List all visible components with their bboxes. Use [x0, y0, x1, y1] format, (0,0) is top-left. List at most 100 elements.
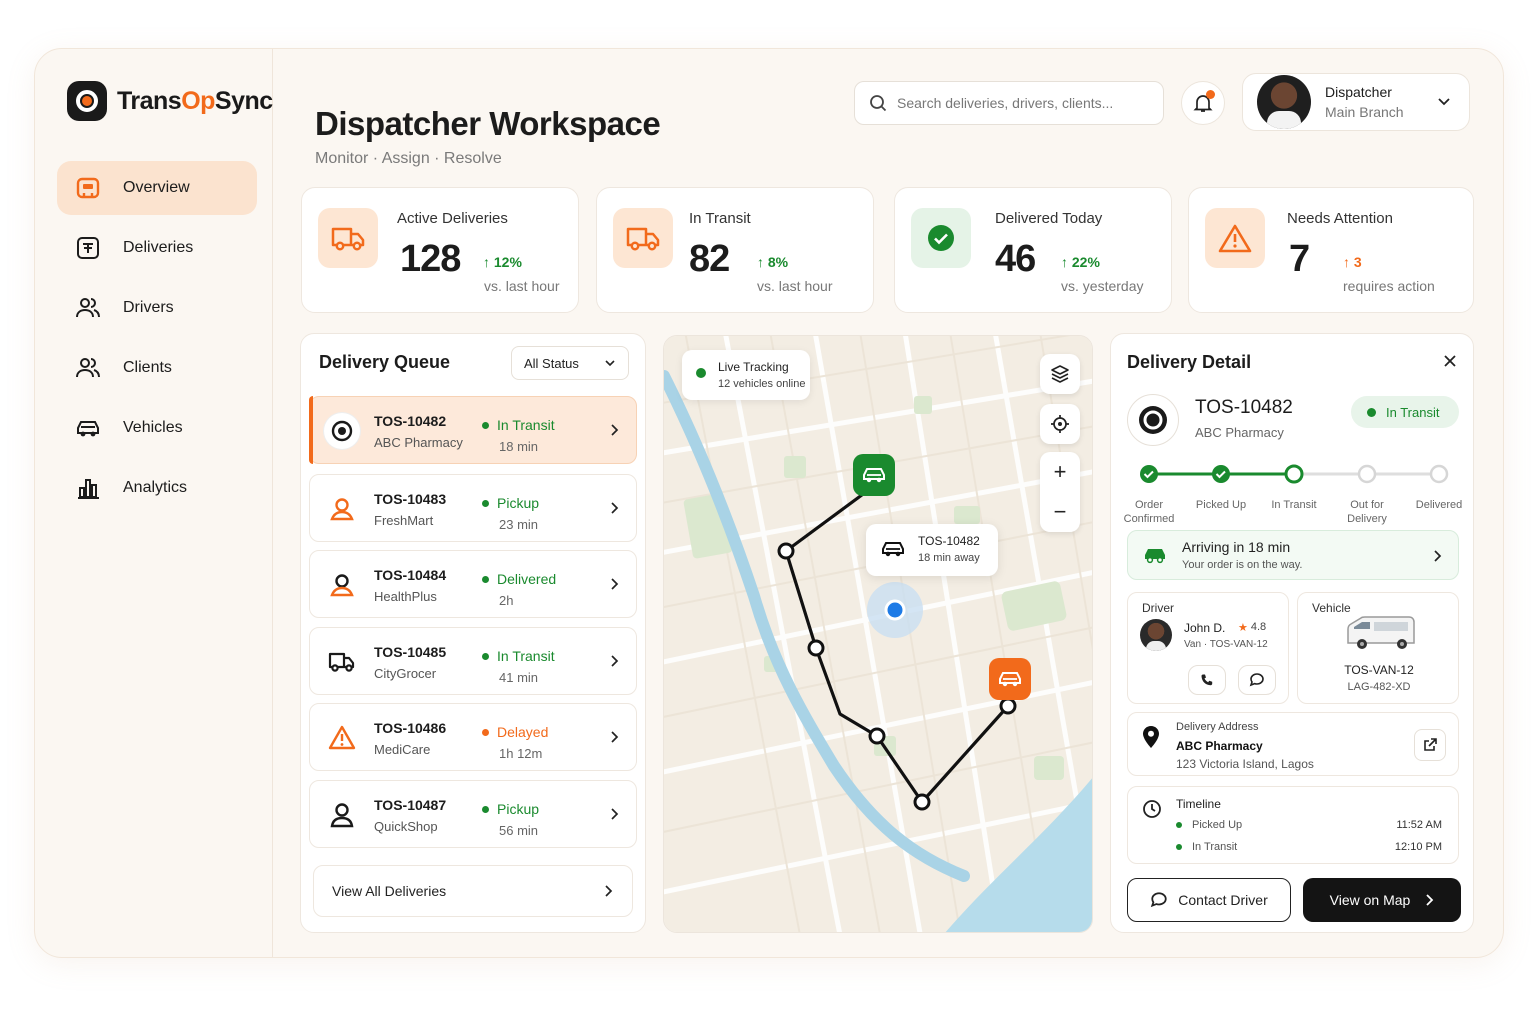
step-out-for-delivery: Out for Delivery [1347, 499, 1387, 525]
locate-button[interactable] [1040, 404, 1080, 444]
queue-item[interactable]: TOS-10486 MediCare Delayed 1h 12m [309, 703, 637, 771]
arriving-title: Arriving in 18 min [1182, 539, 1291, 555]
vehicle-plate: LAG-482-XD [1347, 681, 1411, 693]
avatar [1257, 75, 1311, 129]
vehicle-label: Vehicle [1312, 601, 1351, 615]
queue-item-status: Delivered [482, 571, 556, 587]
notifications-button[interactable] [1181, 81, 1225, 125]
live-tracking-count: 12 vehicles online [718, 378, 806, 390]
step-order-confirmed: Order Confirmed [1123, 499, 1175, 525]
sidebar: TransOpSync Overview Deliveries Drivers … [35, 49, 273, 957]
queue-item-status: Pickup [482, 801, 539, 817]
delivery-detail-panel: Delivery Detail TOS-10482 ABC Pharmacy I… [1110, 333, 1474, 933]
queue-item-eta: 1h 12m [499, 746, 543, 761]
queue-item-status: Pickup [482, 495, 539, 511]
stat-delivered-today[interactable]: Delivered Today 46 ↑ 22% vs. yesterday [894, 187, 1172, 313]
queue-item[interactable]: TOS-10482 ABC Pharmacy In Transit 18 min [309, 396, 637, 464]
search-input[interactable] [897, 95, 1147, 111]
sidebar-item-analytics[interactable]: Analytics [57, 461, 257, 515]
zoom-in-button[interactable]: + [1040, 452, 1080, 492]
sidebar-item-deliveries[interactable]: Deliveries [57, 221, 257, 275]
view-on-map-label: View on Map [1329, 892, 1411, 908]
chevron-down-icon [1438, 98, 1450, 106]
vehicles-icon [77, 421, 99, 437]
chat-icon [1249, 673, 1264, 687]
address-line: 123 Victoria Island, Lagos [1176, 757, 1314, 771]
delivery-queue: Delivery Queue All Status TOS-10482 ABC … [300, 333, 646, 933]
zoom-controls: + − [1040, 452, 1080, 532]
timeline-card: Timeline Picked Up 11:52 AM In Transit 1… [1127, 786, 1459, 864]
close-icon[interactable] [1443, 354, 1457, 368]
clients-icon [76, 358, 100, 378]
queue-title: Delivery Queue [319, 352, 451, 372]
stat-label: In Transit [689, 210, 751, 227]
queue-item-id: TOS-10482 [374, 413, 447, 429]
brand-name: TransOpSync [117, 86, 273, 115]
zoom-out-button[interactable]: − [1040, 492, 1080, 532]
stat-in-transit[interactable]: In Transit 82 ↑ 8% vs. last hour [596, 187, 874, 313]
driver-card: Driver John D. ★ 4.8 Van · TOS-VAN-12 [1127, 592, 1289, 704]
stat-active-deliveries[interactable]: Active Deliveries 128 ↑ 12% vs. last hou… [301, 187, 579, 313]
chevron-down-icon [605, 360, 615, 367]
address-label: Delivery Address [1176, 721, 1259, 733]
sidebar-item-overview[interactable]: Overview [57, 161, 257, 215]
step-in-transit: In Transit [1271, 499, 1317, 511]
clock-icon [1143, 800, 1161, 818]
timeline-event: Picked Up [1176, 819, 1242, 831]
chevron-right-icon [611, 655, 619, 667]
driver-label: Driver [1142, 601, 1174, 615]
queue-item-id: TOS-10484 [374, 567, 447, 583]
vehicle-popup[interactable]: TOS-10482 18 min away [866, 524, 998, 576]
driver-avatar [1140, 619, 1172, 651]
queue-item[interactable]: TOS-10483 FreshMart Pickup 23 min [309, 474, 637, 542]
drivers-icon [76, 298, 100, 318]
page-title: Dispatcher Workspace [315, 105, 661, 142]
live-map[interactable]: Live Tracking 12 vehicles online + − TOS… [663, 335, 1093, 933]
truck-icon [613, 208, 673, 268]
queue-item-client: HealthPlus [374, 589, 437, 604]
sidebar-item-clients[interactable]: Clients [57, 341, 257, 395]
vehicle-marker-green[interactable] [853, 454, 895, 496]
search-box[interactable] [854, 81, 1164, 125]
user-menu[interactable]: Dispatcher Main Branch [1242, 73, 1470, 131]
brand-logo[interactable]: TransOpSync [67, 81, 273, 121]
arriving-banner[interactable]: Arriving in 18 min Your order is on the … [1127, 530, 1459, 580]
person-pin-icon [324, 567, 360, 603]
status-filter-select[interactable]: All Status [511, 346, 629, 380]
queue-item[interactable]: TOS-10487 QuickShop Pickup 56 min [309, 780, 637, 848]
stat-needs-attention[interactable]: Needs Attention 7 ↑ 3 requires action [1188, 187, 1474, 313]
chevron-right-icon [611, 808, 619, 820]
stat-value: 128 [400, 238, 461, 280]
arriving-subtitle: Your order is on the way. [1182, 559, 1303, 571]
call-driver-button[interactable] [1188, 665, 1226, 695]
target-icon [324, 413, 360, 449]
contact-driver-button[interactable]: Contact Driver [1127, 878, 1291, 922]
truck-icon [324, 644, 360, 680]
person-pin-icon [324, 491, 360, 527]
message-driver-button[interactable] [1238, 665, 1276, 695]
queue-item-client: QuickShop [374, 819, 438, 834]
sidebar-item-vehicles[interactable]: Vehicles [57, 401, 257, 455]
open-address-button[interactable] [1414, 729, 1446, 761]
chevron-right-icon [611, 502, 619, 514]
sidebar-item-label: Clients [123, 359, 172, 376]
stat-delta: ↑ 12% [483, 254, 522, 270]
map-canvas[interactable] [664, 336, 1093, 933]
timeline-event: In Transit [1176, 841, 1237, 853]
popup-eta: 18 min away [918, 552, 980, 564]
popup-delivery-id: TOS-10482 [918, 534, 980, 548]
queue-item-status: In Transit [482, 417, 555, 433]
queue-item[interactable]: TOS-10484 HealthPlus Delivered 2h [309, 550, 637, 618]
queue-item-eta: 2h [499, 593, 514, 608]
sidebar-item-drivers[interactable]: Drivers [57, 281, 257, 335]
queue-item-client: FreshMart [374, 513, 434, 528]
queue-item-eta: 41 min [499, 670, 539, 685]
view-all-deliveries-button[interactable]: View All Deliveries [313, 865, 633, 917]
layers-button[interactable] [1040, 354, 1080, 394]
view-on-map-button[interactable]: View on Map [1303, 878, 1461, 922]
detail-delivery-id: TOS-10482 [1195, 397, 1293, 418]
sidebar-item-label: Vehicles [123, 419, 183, 436]
vehicle-marker-orange[interactable] [989, 658, 1031, 700]
queue-item[interactable]: TOS-10485 CityGrocer In Transit 41 min [309, 627, 637, 695]
page-subtitle: Monitor · Assign · Resolve [315, 150, 502, 167]
